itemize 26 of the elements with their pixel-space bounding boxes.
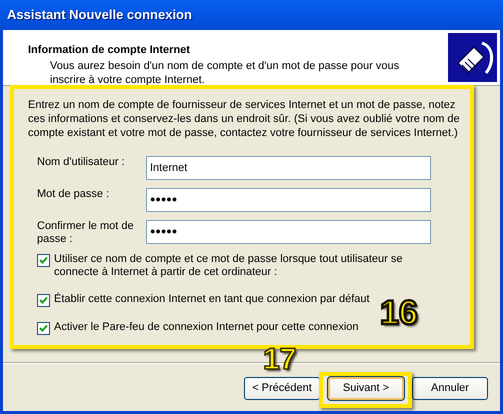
field-value: ●●●●● [150,225,178,238]
field-label: Mot de passe : [37,188,110,201]
checkbox[interactable] [37,294,50,307]
checkmark-icon [39,324,48,333]
instructions-text: Entrez un nom de compte de fournisseur de services Internet et un mot de passe, notez ces informations et conservez-les dans un endroit sûr. (Si vous avez oublié votre nom de compte existant et votre mot de passe, contactez votre fournisseur de services Internet.) [28,98,461,140]
step-number: 17 [263,345,296,375]
header-subtitle: Vous aurez besoin d'un nom de compte et d'un mot de passe pour vous inscrire à votre compte Internet. [49,58,400,86]
step-number: 16 [380,296,418,330]
checkbox[interactable] [37,322,50,335]
field-label: Nom d'utilisateur : [37,156,126,169]
checkmark-icon [39,296,48,305]
network-cable-icon [448,33,497,82]
field-label: Confirmer le mot de passe : [37,220,135,246]
field-value: Internet [150,160,188,176]
checkbox[interactable] [37,254,50,267]
field-value: ●●●●● [150,193,178,206]
checkbox-label[interactable]: Utiliser ce nom de compte et ce mot de passe lorsque tout utilisateur se connecte à Internet à partir de cet ordinateur : [54,253,475,279]
header-title: Information de compte Internet [28,43,191,58]
cancel-button[interactable]: Annuler [412,377,488,400]
password-field[interactable]: ●●●●● [146,220,431,244]
next-button[interactable]: Suivant > [328,377,404,400]
checkmark-icon [39,256,48,265]
text-field[interactable]: Internet [146,156,431,180]
window-title: Assistant Nouvelle connexion [7,6,192,24]
password-field[interactable]: ●●●●● [146,188,431,212]
back-button[interactable]: < Précédent [244,377,320,400]
